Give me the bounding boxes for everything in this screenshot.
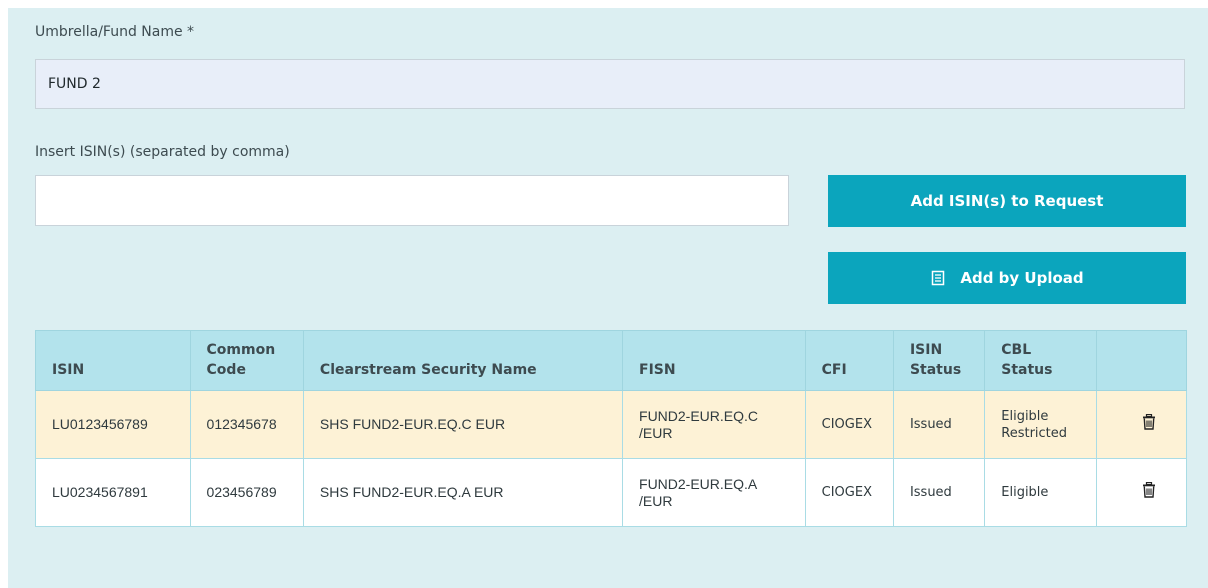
table-row[interactable]: LU0123456789 012345678 SHS FUND2-EUR.EQ.…	[35, 390, 1188, 459]
cell-delete	[1095, 390, 1188, 459]
document-icon	[932, 270, 945, 286]
header-isin-status[interactable]: ISIN Status	[892, 330, 986, 391]
header-actions	[1095, 330, 1188, 391]
header-isin-status-line2: Status	[909, 362, 962, 378]
cell-security-name: SHS FUND2-EUR.EQ.A EUR	[302, 458, 624, 527]
header-cbl-status-line1: CBL	[1001, 342, 1032, 358]
cell-fisn: FUND2-EUR.EQ.A /EUR	[622, 458, 806, 527]
cell-isin-status: Issued	[892, 458, 986, 527]
header-cbl-status-line2: Status	[1001, 362, 1053, 378]
header-cfi[interactable]: CFI	[804, 330, 894, 391]
cell-cbl-status-line1: Eligible	[1001, 485, 1049, 500]
header-common-code-line2: Code	[206, 362, 246, 378]
header-isin-label: ISIN	[52, 362, 85, 378]
cell-security-name: SHS FUND2-EUR.EQ.C EUR	[302, 390, 624, 459]
cell-fisn-line1: FUND2-EUR.EQ.A	[639, 475, 758, 492]
cell-cbl-status-line1: Eligible	[1001, 408, 1049, 424]
isin-table: ISIN Common Code Clearstream Security Na…	[35, 330, 1188, 527]
cell-isin: LU0123456789	[35, 390, 191, 459]
cell-cbl-status: Eligible Restricted	[984, 390, 1097, 459]
cell-delete	[1095, 458, 1188, 527]
cell-cbl-status-line2: Restricted	[1001, 425, 1068, 441]
header-cfi-label: CFI	[821, 362, 847, 378]
fund-name-value: FUND 2	[48, 76, 101, 92]
cell-cfi: CIOGEX	[804, 390, 894, 459]
header-cbl-status[interactable]: CBL Status	[984, 330, 1097, 391]
table-header-row: ISIN Common Code Clearstream Security Na…	[35, 330, 1188, 391]
cell-fisn-line2: /EUR	[639, 492, 673, 509]
add-isin-button-label: Add ISIN(s) to Request	[910, 192, 1104, 210]
cell-cbl-status: Eligible	[984, 458, 1097, 527]
header-isin-status-line1: ISIN	[909, 342, 943, 358]
header-security-name-label: Clearstream Security Name	[319, 362, 537, 378]
add-by-upload-button[interactable]: Add by Upload	[828, 252, 1186, 304]
isin-input[interactable]	[35, 175, 789, 226]
header-common-code-line1: Common	[206, 342, 276, 358]
header-fisn[interactable]: FISN	[622, 330, 806, 391]
header-security-name[interactable]: Clearstream Security Name	[302, 330, 624, 391]
cell-isin-status: Issued	[892, 390, 986, 459]
cell-common-code: 023456789	[189, 458, 304, 527]
header-fisn-label: FISN	[639, 362, 676, 378]
header-common-code[interactable]: Common Code	[189, 330, 304, 391]
cell-cfi: CIOGEX	[804, 458, 894, 527]
header-isin[interactable]: ISIN	[35, 330, 191, 391]
cell-fisn-line1: FUND2-EUR.EQ.C	[639, 407, 759, 424]
isin-input-label: Insert ISIN(s) (separated by comma)	[35, 144, 290, 160]
fund-name-field[interactable]: FUND 2	[35, 59, 1185, 109]
cell-fisn-line2: /EUR	[639, 424, 673, 441]
trash-icon[interactable]	[1142, 414, 1156, 430]
add-by-upload-label: Add by Upload	[960, 269, 1084, 287]
table-row[interactable]: LU0234567891 023456789 SHS FUND2-EUR.EQ.…	[35, 458, 1188, 527]
trash-icon[interactable]	[1142, 482, 1156, 498]
isin-request-panel: Umbrella/Fund Name * FUND 2 Insert ISIN(…	[8, 8, 1208, 588]
add-isin-button[interactable]: Add ISIN(s) to Request	[828, 175, 1186, 227]
fund-name-label: Umbrella/Fund Name *	[35, 24, 195, 40]
cell-fisn: FUND2-EUR.EQ.C /EUR	[622, 390, 806, 459]
cell-common-code: 012345678	[189, 390, 304, 459]
cell-isin: LU0234567891	[35, 458, 191, 527]
